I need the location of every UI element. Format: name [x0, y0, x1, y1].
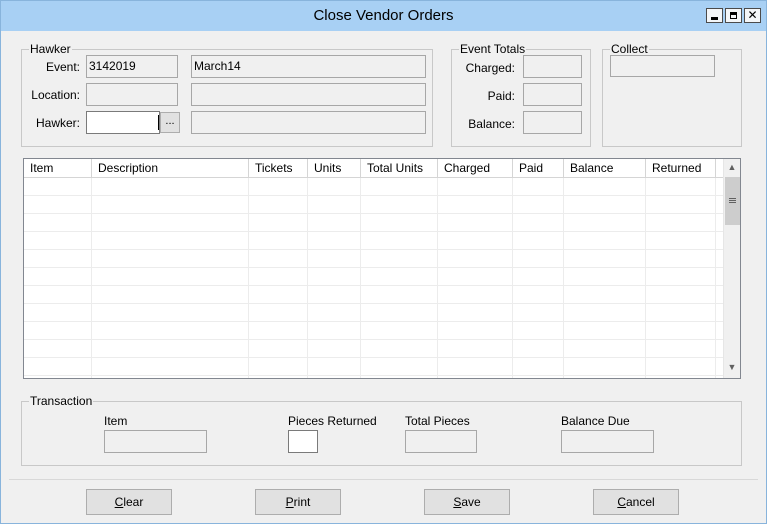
hawker-browse-button[interactable]: ... — [160, 112, 180, 133]
save-label-rest: ave — [461, 495, 481, 509]
balance-field — [523, 111, 582, 134]
hawker-label: Hawker: — [35, 116, 80, 130]
column-header-tickets[interactable]: Tickets — [249, 159, 308, 178]
minimize-icon — [711, 17, 718, 20]
grid-line — [91, 178, 92, 378]
collect-legend: Collect — [611, 42, 648, 56]
grid-vertical-scrollbar[interactable]: ▲ ▼ — [723, 159, 740, 378]
balance-label: Balance: — [468, 117, 515, 131]
location-label: Location: — [31, 88, 80, 102]
location-code-field — [86, 83, 178, 106]
scroll-up-icon[interactable]: ▲ — [724, 159, 740, 176]
charged-label: Charged: — [465, 61, 515, 75]
maximize-button[interactable] — [725, 8, 742, 23]
thumb-grip — [729, 198, 736, 199]
grid-line — [24, 375, 724, 376]
close-button[interactable]: ✕ — [744, 8, 761, 23]
grid-line — [715, 178, 716, 378]
total-pieces-label: Total Pieces — [405, 414, 470, 428]
grid-line — [645, 178, 646, 378]
grid-line — [24, 285, 724, 286]
grid-line — [307, 178, 308, 378]
grid-line — [512, 178, 513, 378]
pieces-returned-label: Pieces Returned — [288, 414, 377, 428]
grid-line — [24, 303, 724, 304]
grid-line — [360, 178, 361, 378]
column-header-paid[interactable]: Paid — [513, 159, 564, 178]
location-name-field — [191, 83, 426, 106]
title-bar[interactable]: Close Vendor Orders ✕ — [1, 1, 766, 31]
event-totals-legend: Event Totals — [460, 42, 526, 56]
column-header-units[interactable]: Units — [308, 159, 361, 178]
event-name-field: March14 — [191, 55, 426, 78]
paid-label: Paid: — [487, 89, 515, 103]
thumb-grip — [729, 202, 736, 203]
grid-line — [24, 321, 724, 322]
column-header-balance[interactable]: Balance — [564, 159, 646, 178]
window-title: Close Vendor Orders — [313, 7, 454, 24]
maximize-icon — [730, 12, 737, 19]
collect-field — [610, 55, 715, 77]
transaction-legend: Transaction — [30, 394, 93, 408]
paid-field — [523, 83, 582, 106]
grid-line — [24, 267, 724, 268]
pieces-returned-input[interactable] — [288, 430, 318, 453]
scroll-thumb[interactable] — [725, 177, 740, 225]
grid-line — [24, 231, 724, 232]
grid-line — [24, 357, 724, 358]
grid-line — [248, 178, 249, 378]
charged-field — [523, 55, 582, 78]
cancel-label-rest: ancel — [625, 495, 655, 509]
item-field — [104, 430, 207, 453]
scroll-down-icon[interactable]: ▼ — [724, 359, 740, 376]
item-label: Item — [104, 414, 128, 428]
grid-header: Item Description Tickets Units Total Uni… — [24, 159, 724, 178]
grid-line — [24, 195, 724, 196]
balance-due-label: Balance Due — [561, 414, 630, 428]
grid-line — [563, 178, 564, 378]
column-header-charged[interactable]: Charged — [438, 159, 513, 178]
clear-label-rest: lear — [123, 495, 144, 509]
grid-line — [24, 249, 724, 250]
close-vendor-orders-window: Close Vendor Orders ✕ Hawker Event: 3142… — [0, 0, 767, 524]
grid-line — [24, 213, 724, 214]
event-label: Event: — [45, 60, 80, 74]
grid-body — [24, 178, 724, 378]
print-button[interactable]: Print — [255, 489, 341, 515]
print-label-rest: rint — [293, 495, 311, 509]
grid-line — [24, 339, 724, 340]
close-icon: ✕ — [747, 8, 758, 22]
hawker-group-legend: Hawker — [30, 42, 71, 56]
grid-line — [437, 178, 438, 378]
thumb-grip — [729, 200, 736, 201]
text-cursor — [158, 115, 159, 130]
event-id-field: 3142019 — [86, 55, 178, 78]
divider — [9, 479, 758, 480]
clear-button[interactable]: Clear — [86, 489, 172, 515]
print-mnemonic: P — [285, 495, 294, 509]
dialog-body: Hawker Event: 3142019 March14 Location: … — [9, 31, 758, 517]
column-header-returned[interactable]: Returned — [646, 159, 716, 178]
balance-due-field — [561, 430, 654, 453]
minimize-button[interactable] — [706, 8, 723, 23]
hawker-input[interactable] — [86, 111, 160, 134]
column-header-item[interactable]: Item — [24, 159, 92, 178]
cancel-button[interactable]: Cancel — [593, 489, 679, 515]
save-button[interactable]: Save — [424, 489, 510, 515]
total-pieces-field — [405, 430, 477, 453]
column-header-description[interactable]: Description — [92, 159, 249, 178]
orders-grid[interactable]: Item Description Tickets Units Total Uni… — [23, 158, 741, 379]
column-header-total-units[interactable]: Total Units — [361, 159, 438, 178]
hawker-name-field — [191, 111, 426, 134]
cancel-mnemonic: C — [617, 495, 626, 509]
